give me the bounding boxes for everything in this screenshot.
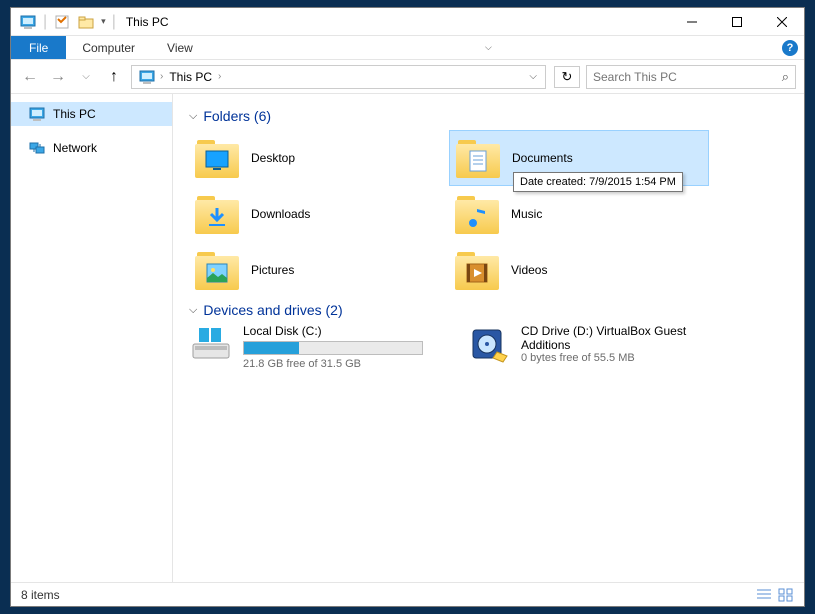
folder-label: Documents [512,151,573,165]
drive-usage-bar [243,341,423,355]
sidebar-item-label: Network [53,141,97,155]
close-button[interactable] [759,8,804,36]
folder-icon [456,136,500,180]
ribbon-expand[interactable]: ⌵ [485,36,500,59]
view-tab[interactable]: View [151,36,209,59]
chevron-down-icon: ⌵ [189,304,197,317]
window-title: This PC [126,15,169,29]
folder-label: Pictures [251,263,294,277]
sidebar-item-network[interactable]: Network [11,136,172,160]
back-button[interactable]: ← [19,66,41,88]
videos-icon [465,262,489,284]
new-folder-quick-icon[interactable] [77,13,95,31]
section-header-drives[interactable]: ⌵ Devices and drives (2) [189,302,788,318]
folder-label: Videos [511,263,547,277]
folder-videos[interactable]: Videos [449,242,709,298]
quick-access-toolbar: | ▾ | [11,13,116,31]
file-tab[interactable]: File [11,36,66,59]
qat-separator: | [112,13,116,31]
section-count: (6) [254,108,271,124]
documents-icon [466,150,490,172]
folder-label: Desktop [251,151,295,165]
address-thispc-icon [138,68,156,86]
folder-label: Music [511,207,542,221]
help-button[interactable]: ? [782,36,798,59]
cd-drive-icon [467,324,511,364]
search-input[interactable] [593,70,782,84]
refresh-button[interactable]: ↻ [554,66,580,88]
search-icon: ⌕ [782,69,789,85]
navigation-bar: ← → ⌵ ↑ › This PC › ⌵ ↻ ⌕ [11,60,804,94]
breadcrumb-thispc[interactable]: This PC [163,70,218,84]
computer-tab[interactable]: Computer [66,36,151,59]
drive-subtext: 21.8 GB free of 31.5 GB [243,358,449,370]
up-button[interactable]: ↑ [103,66,125,88]
drive-label: Local Disk (C:) [243,324,449,338]
drive-subtext: 0 bytes free of 55.5 MB [521,352,727,364]
section-count: (2) [326,302,343,318]
downloads-icon [205,206,229,228]
chevron-down-icon: ⌵ [189,110,197,123]
sidebar-item-label: This PC [53,107,96,121]
section-header-folders[interactable]: ⌵ Folders (6) [189,108,788,124]
thispc-icon [19,13,37,31]
folder-icon [195,192,239,236]
folder-downloads[interactable]: Downloads [189,186,449,242]
folder-desktop[interactable]: Desktop [189,130,449,186]
details-view-button[interactable] [756,588,772,602]
view-switcher [756,588,794,602]
qat-separator: | [43,13,47,31]
drive-info: CD Drive (D:) VirtualBox Guest Additions… [521,324,727,370]
folder-icon [195,248,239,292]
drive-icon [189,324,233,364]
ribbon-tabs: File Computer View ⌵ ? [11,36,804,60]
folder-label: Downloads [251,207,310,221]
section-title: Folders [203,108,250,124]
folder-icon [455,248,499,292]
pictures-icon [205,262,229,284]
help-icon: ? [782,40,798,56]
music-icon [465,206,489,228]
drive-cd-d[interactable]: CD Drive (D:) VirtualBox Guest Additions… [467,324,727,370]
desktop-icon [205,150,229,172]
minimize-button[interactable] [669,8,714,36]
folder-icon [455,192,499,236]
sidebar-item-thispc[interactable]: This PC [11,102,172,126]
folder-icon [195,136,239,180]
properties-icon[interactable] [53,13,71,31]
drive-local-c[interactable]: Local Disk (C:) 21.8 GB free of 31.5 GB [189,324,449,370]
thispc-icon [29,106,45,122]
titlebar: | ▾ | This PC [11,8,804,36]
folders-grid: Desktop Documents Downloads [189,130,788,298]
drive-info: Local Disk (C:) 21.8 GB free of 31.5 GB [243,324,449,370]
search-box[interactable]: ⌕ [586,65,796,89]
maximize-button[interactable] [714,8,759,36]
folder-pictures[interactable]: Pictures [189,242,449,298]
folder-music[interactable]: Music [449,186,709,242]
content-pane: ⌵ Folders (6) Desktop Documents [173,94,804,582]
status-bar: 8 items [11,582,804,606]
breadcrumb-separator[interactable]: › [218,71,221,82]
recent-locations-dropdown[interactable]: ⌵ [75,66,97,88]
forward-button[interactable]: → [47,66,69,88]
drive-label: CD Drive (D:) VirtualBox Guest Additions [521,324,727,352]
address-history-dropdown[interactable]: ⌵ [523,71,543,82]
body: This PC Network ⌵ Folders (6) Deskt [11,94,804,582]
explorer-window: | ▾ | This PC File Computer View ⌵ ? ← →… [10,7,805,607]
drives-grid: Local Disk (C:) 21.8 GB free of 31.5 GB … [189,324,788,370]
window-controls [669,8,804,36]
network-icon [29,140,45,156]
navigation-pane: This PC Network [11,94,173,582]
tiles-view-button[interactable] [778,588,794,602]
qat-dropdown-icon[interactable]: ▾ [101,16,106,27]
status-item-count: 8 items [21,588,60,602]
address-bar[interactable]: › This PC › ⌵ [131,65,546,89]
tooltip: Date created: 7/9/2015 1:54 PM [513,172,683,192]
section-title: Devices and drives [203,302,321,318]
